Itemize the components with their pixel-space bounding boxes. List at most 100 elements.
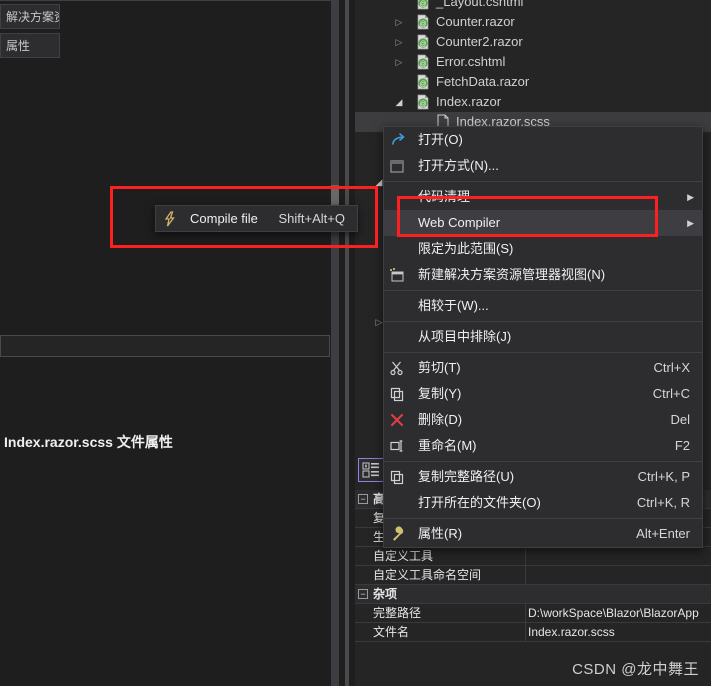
razor-file-icon: @ <box>415 14 431 30</box>
tree-item[interactable]: ▷ @ Counter2.razor <box>355 32 711 52</box>
razor-file-icon: @ <box>415 94 431 110</box>
property-row[interactable]: 完整路径 D:\workSpace\Blazor\BlazorApp <box>355 604 711 623</box>
expander-open-icon[interactable]: ◢ <box>393 92 405 112</box>
delete-x-icon <box>389 411 407 429</box>
property-row[interactable]: 文件名 Index.razor.scss <box>355 623 711 642</box>
property-value[interactable]: Index.razor.scss <box>528 623 711 642</box>
editor-top-border <box>0 0 331 1</box>
column-splitter[interactable] <box>525 566 526 584</box>
menu-item-label: 打开方式(N)... <box>418 158 499 173</box>
svg-text:@: @ <box>419 21 426 28</box>
editor-find-strip[interactable] <box>0 335 330 357</box>
menu-item-label: 相较于(W)... <box>418 298 489 313</box>
copy-icon <box>389 385 407 403</box>
new-view-icon <box>389 266 407 284</box>
menu-item-compile-file[interactable]: Compile file Shift+Alt+Q <box>156 206 357 231</box>
property-category-label: 杂项 <box>373 587 398 601</box>
menu-item-label: Web Compiler <box>418 215 501 230</box>
watermark: CSDN @龙中舞王 <box>572 661 699 678</box>
menu-item[interactable]: 打开所在的文件夹(O) Ctrl+K, R <box>384 490 702 516</box>
menu-item-label: 删除(D) <box>418 412 463 427</box>
scissors-icon <box>389 359 407 377</box>
menu-item-shortcut: Del <box>670 412 690 427</box>
razor-file-icon: @ <box>415 34 431 50</box>
svg-text:@: @ <box>419 101 426 108</box>
menu-item-shortcut: Ctrl+K, R <box>636 495 690 510</box>
menu-item[interactable]: 剪切(T) Ctrl+X <box>384 355 702 381</box>
column-splitter[interactable] <box>525 604 526 622</box>
svg-text:@: @ <box>419 41 426 48</box>
open-with-icon <box>389 157 407 175</box>
menu-item[interactable]: 属性(R) Alt+Enter <box>384 521 702 547</box>
menu-separator <box>384 321 702 322</box>
menu-item[interactable]: 打开(O) <box>384 127 702 153</box>
tab-properties[interactable]: 属性 <box>0 33 60 58</box>
menu-item[interactable]: 删除(D) Del <box>384 407 702 433</box>
categorized-view-button[interactable] <box>358 458 384 482</box>
tree-item[interactable]: ▷ @ Counter.razor <box>355 12 711 32</box>
property-category-row[interactable]: − 杂项 <box>355 585 711 604</box>
tree-item[interactable]: @ FetchData.razor <box>355 72 711 92</box>
menu-item-label: 限定为此范围(S) <box>418 241 514 256</box>
tab-solution-explorer[interactable]: 解决方案资源管理器 <box>0 4 60 29</box>
menu-item[interactable]: 重命名(M) F2 <box>384 433 702 459</box>
property-name: 文件名 <box>373 625 410 639</box>
open-arrow-icon <box>389 131 407 149</box>
razor-file-icon: @ <box>415 74 431 90</box>
property-name: 自定义工具 <box>373 549 434 563</box>
menu-item[interactable]: 复制(Y) Ctrl+C <box>384 381 702 407</box>
menu-item-shortcut: Shift+Alt+Q <box>278 211 345 226</box>
menu-item-shortcut: Ctrl+K, P <box>637 469 690 484</box>
menu-item[interactable]: 限定为此范围(S) <box>384 236 702 262</box>
menu-item[interactable]: 打开方式(N)... <box>384 153 702 179</box>
menu-item[interactable]: 代码清理 ▶ <box>384 184 702 210</box>
copy-path-icon <box>389 468 407 486</box>
column-splitter[interactable] <box>525 547 526 565</box>
properties-tab-bar[interactable]: 解决方案资源管理器 属性 <box>0 4 60 66</box>
menu-item[interactable]: Web Compiler ▶ <box>384 210 702 236</box>
tree-item[interactable]: ▷ @ Error.cshtml <box>355 52 711 72</box>
expander-closed-icon[interactable]: ▷ <box>393 32 405 52</box>
collapse-toggle-icon[interactable]: − <box>358 494 368 504</box>
tree-item-label: Index.razor <box>436 94 502 109</box>
expander-closed-icon[interactable]: ▷ <box>393 52 405 72</box>
menu-item-label: 复制完整路径(U) <box>418 469 515 484</box>
tree-item[interactable]: ◢ @ Index.razor <box>355 92 711 112</box>
menu-item-shortcut: Ctrl+X <box>653 360 690 375</box>
tree-item-label: FetchData.razor <box>436 74 530 89</box>
web-compiler-submenu[interactable]: Compile file Shift+Alt+Q <box>155 205 358 232</box>
menu-separator <box>384 181 702 182</box>
lightning-bolt-icon <box>161 210 179 228</box>
menu-item-label: Compile file <box>190 211 258 226</box>
menu-item-label: 复制(Y) <box>418 386 462 401</box>
menu-item-shortcut: Alt+Enter <box>636 526 690 541</box>
menu-item[interactable]: 复制完整路径(U) Ctrl+K, P <box>384 464 702 490</box>
editor-lower-area[interactable] <box>0 358 331 686</box>
collapse-toggle-icon[interactable]: − <box>358 589 368 599</box>
razor-file-icon: @ <box>415 0 431 10</box>
tree-item-label: Counter.razor <box>436 14 515 29</box>
editor-vertical-scrollbar[interactable] <box>331 0 339 686</box>
property-row[interactable]: 自定义工具命名空间 <box>355 566 711 585</box>
menu-item-label: 打开所在的文件夹(O) <box>418 495 541 510</box>
menu-item[interactable]: 新建解决方案资源管理器视图(N) <box>384 262 702 288</box>
column-splitter[interactable] <box>525 623 526 641</box>
menu-item-label: 代码清理 <box>418 189 471 204</box>
property-row[interactable]: 自定义工具 <box>355 547 711 566</box>
property-name: 自定义工具命名空间 <box>373 568 482 582</box>
menu-separator <box>384 518 702 519</box>
property-value[interactable]: D:\workSpace\Blazor\BlazorApp <box>528 604 711 623</box>
solution-explorer-context-menu[interactable]: 打开(O) 打开方式(N)... 代码清理 ▶ Web Compiler ▶ 限定为此范围(… <box>383 126 703 548</box>
menu-item-label: 新建解决方案资源管理器视图(N) <box>418 267 606 282</box>
tree-item[interactable]: @ _Layout.cshtml <box>355 0 711 12</box>
code-editor-pane[interactable] <box>0 0 331 686</box>
property-name: 完整路径 <box>373 606 422 620</box>
tree-item-label: _Layout.cshtml <box>436 0 524 9</box>
menu-item-label: 重命名(M) <box>418 438 477 453</box>
menu-item-label: 打开(O) <box>418 132 463 147</box>
expander-closed-icon[interactable]: ▷ <box>393 12 405 32</box>
menu-item[interactable]: 从项目中排除(J) <box>384 324 702 350</box>
menu-separator <box>384 352 702 353</box>
menu-item-label: 属性(R) <box>418 526 463 541</box>
menu-item[interactable]: 相较于(W)... <box>384 293 702 319</box>
